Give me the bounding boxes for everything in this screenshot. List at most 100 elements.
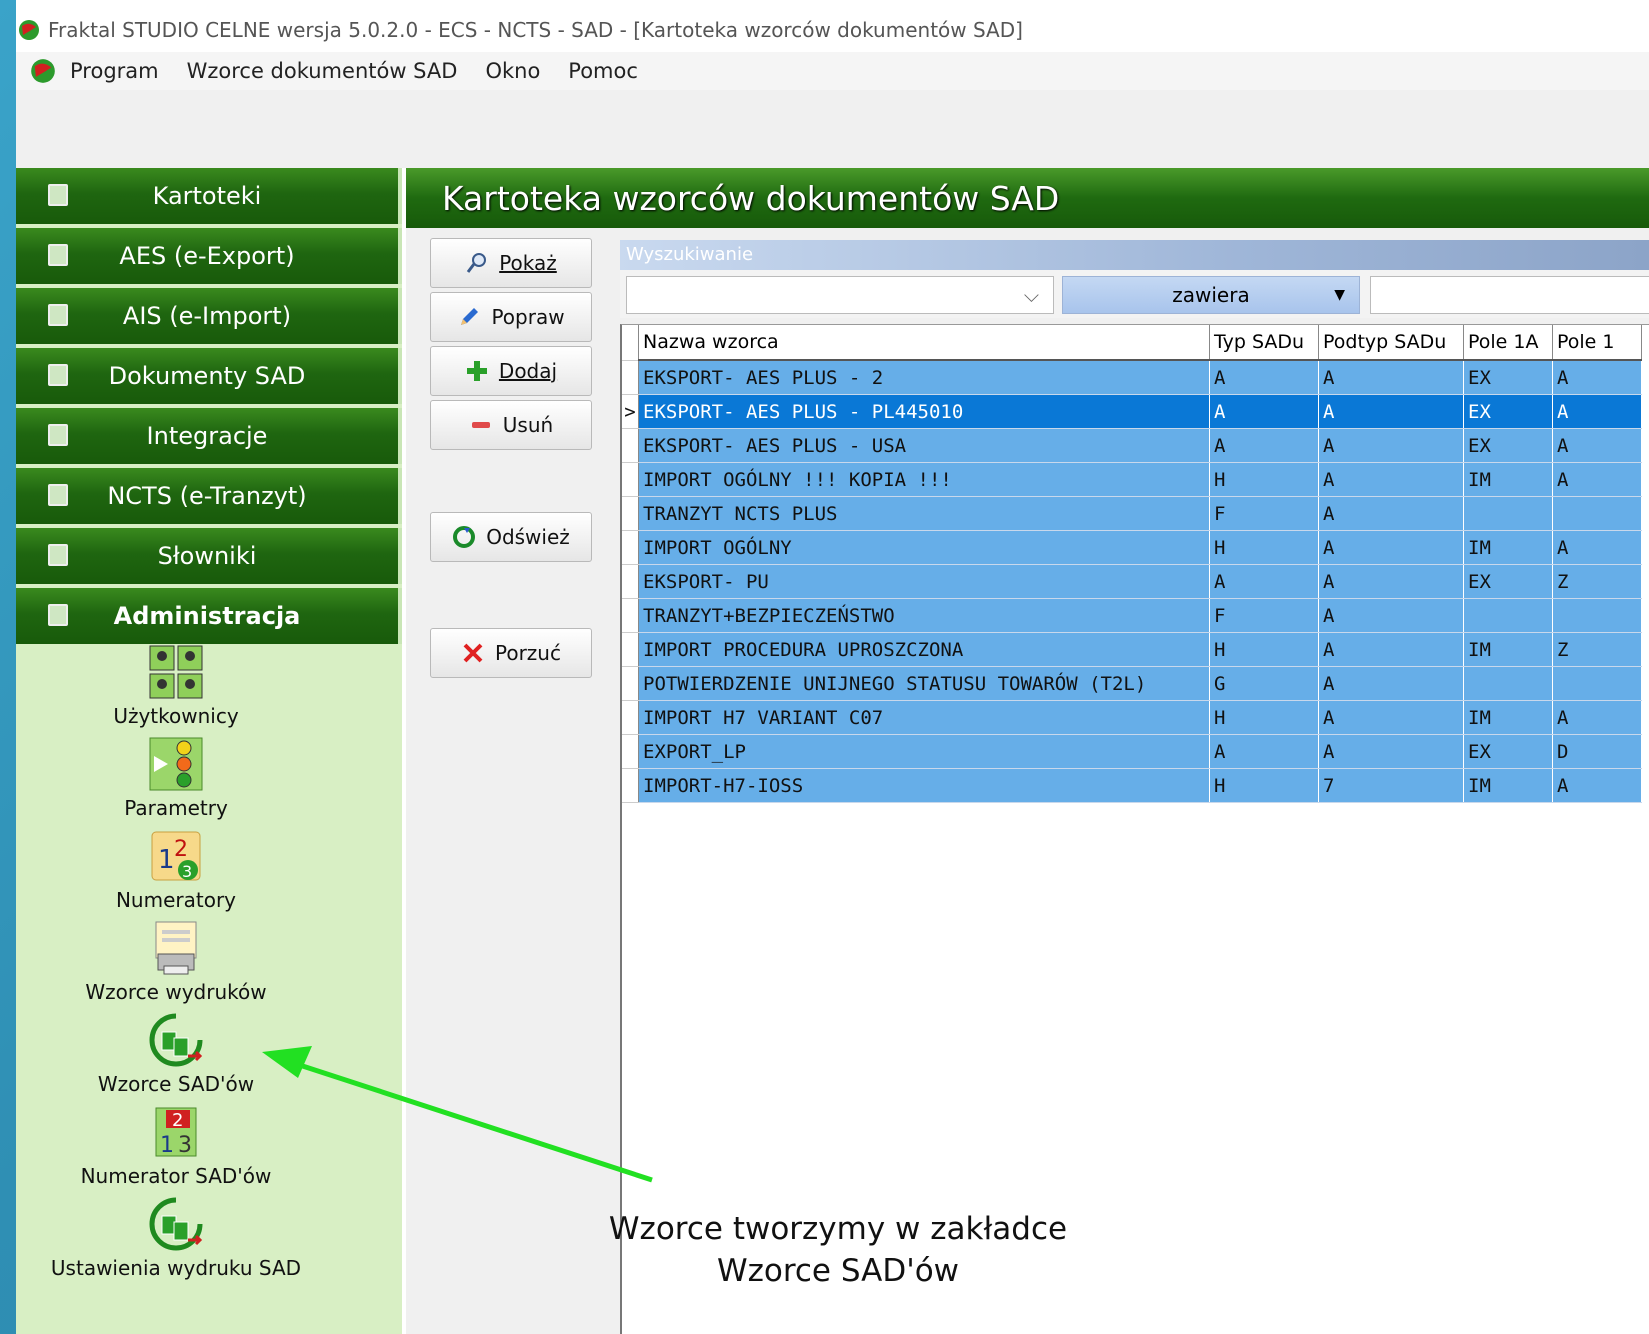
menu-help[interactable]: Pomoc [568, 59, 638, 83]
nav-integrations[interactable]: Integracje [16, 408, 402, 464]
table-row[interactable]: EKSPORT- PU A A EX Z [622, 564, 1642, 599]
delete-button[interactable]: Usuń [430, 400, 592, 450]
cell-sad-type: H [1209, 700, 1319, 735]
row-indicator[interactable] [622, 734, 639, 769]
cancel-button-label: Porzuć [495, 641, 561, 665]
row-indicator[interactable] [622, 462, 639, 497]
tool-sad-numerator[interactable]: 2 1 3 Numerator SAD'ów [16, 1104, 336, 1188]
nav-kartoteki[interactable]: Kartoteki [16, 168, 402, 224]
nav-administration[interactable]: Administracja [16, 588, 402, 644]
row-indicator[interactable] [622, 632, 639, 667]
add-button-label: Dodaj [498, 359, 558, 383]
row-indicator[interactable] [622, 530, 639, 565]
cell-sad-subtype: A [1318, 700, 1464, 735]
menu-program[interactable]: Program [70, 59, 159, 83]
plus-icon [466, 361, 487, 381]
cell-sad-type: H [1209, 768, 1319, 803]
row-indicator[interactable] [622, 496, 639, 531]
templates-table: Nazwa wzorca Typ SADu Podtyp SADu Pole 1… [622, 325, 1642, 803]
row-indicator[interactable] [622, 360, 639, 395]
minus-icon [471, 422, 490, 428]
annotation-line2: Wzorce SAD'ów [716, 1253, 960, 1289]
document-icon [48, 364, 68, 386]
table-row[interactable]: TRANZYT NCTS PLUS F A [622, 496, 1642, 531]
svg-text:3: 3 [182, 862, 192, 881]
cell-sad-type: H [1209, 632, 1319, 667]
col-sad-type[interactable]: Typ SADu [1209, 325, 1319, 361]
row-indicator[interactable] [622, 564, 639, 599]
row-indicator[interactable] [622, 428, 639, 463]
table-row[interactable]: > EKSPORT- AES PLUS - PL445010 A A EX A [622, 394, 1642, 429]
cell-template-name: IMPORT-H7-IOSS [638, 768, 1210, 803]
add-button[interactable]: Dodaj [430, 346, 592, 396]
table-row[interactable]: IMPORT PROCEDURA UPROSZCZONA H A IM Z [622, 632, 1642, 667]
print-templates-icon [155, 921, 197, 975]
cell-field-1 [1552, 666, 1642, 701]
col-field-1a[interactable]: Pole 1A [1463, 325, 1553, 361]
cell-sad-subtype: A [1318, 496, 1464, 531]
menu-sad-templates[interactable]: Wzorce dokumentów SAD [187, 59, 458, 83]
pencil-icon [461, 308, 479, 325]
nav-dictionaries[interactable]: Słowniki [16, 528, 402, 584]
table-row[interactable]: IMPORT H7 VARIANT C07 H A IM A [622, 700, 1642, 735]
tool-sad-print-settings[interactable]: Ustawienia wydruku SAD [16, 1196, 336, 1280]
tool-print-templates[interactable]: Wzorce wydruków [16, 920, 336, 1004]
cell-sad-type: A [1209, 394, 1319, 429]
nav-label: NCTS (e-Tranzyt) [107, 482, 307, 510]
table-row[interactable]: IMPORT OGÓLNY H A IM A [622, 530, 1642, 565]
row-indicator[interactable] [622, 768, 639, 803]
table-row[interactable]: IMPORT OGÓLNY !!! KOPIA !!! H A IM A [622, 462, 1642, 497]
cell-field-1: A [1552, 360, 1642, 395]
table-row[interactable]: EXPORT_LP A A EX D [622, 734, 1642, 769]
nav-label: Dokumenty SAD [108, 362, 306, 390]
row-indicator[interactable] [622, 666, 639, 701]
table-row[interactable]: TRANZYT+BEZPIECZEŃSTWO F A [622, 598, 1642, 633]
parameters-icon [149, 737, 203, 791]
search-mode-value: zawiera [1172, 283, 1250, 307]
refresh-button[interactable]: Odśwież [430, 512, 592, 562]
cancel-button[interactable]: Porzuć [430, 628, 592, 678]
edit-button[interactable]: Popraw [430, 292, 592, 342]
cell-field-1a [1463, 666, 1553, 701]
search-field-select[interactable]: ⌵ [626, 276, 1054, 314]
app-menu-icon[interactable] [30, 58, 56, 84]
row-indicator[interactable] [622, 700, 639, 735]
cell-field-1a: EX [1463, 734, 1553, 769]
menu-window[interactable]: Okno [485, 59, 540, 83]
cell-sad-subtype: A [1318, 734, 1464, 769]
search-mode-select[interactable]: zawiera ▼ [1062, 276, 1360, 314]
cell-field-1a: IM [1463, 462, 1553, 497]
tool-label: Użytkownicy [113, 704, 239, 728]
cell-field-1a [1463, 496, 1553, 531]
nav-label: Kartoteki [152, 182, 262, 210]
search-input[interactable] [1370, 276, 1649, 314]
table-row[interactable]: EKSPORT- AES PLUS - USA A A EX A [622, 428, 1642, 463]
cell-sad-type: A [1209, 564, 1319, 599]
tool-users[interactable]: Użytkownicy [16, 644, 336, 728]
nav-label: AIS (e-Import) [122, 302, 292, 330]
col-field-1[interactable]: Pole 1 [1552, 325, 1642, 361]
tool-sad-templates[interactable]: Wzorce SAD'ów [16, 1012, 336, 1096]
nav-aes[interactable]: AES (e-Export) [16, 228, 402, 284]
nav-ais[interactable]: AIS (e-Import) [16, 288, 402, 344]
cell-sad-subtype: A [1318, 666, 1464, 701]
show-button[interactable]: Pokaż [430, 238, 592, 288]
tool-parameters[interactable]: Parametry [16, 736, 336, 820]
sidebar: Kartoteki AES (e-Export) AIS (e-Import) … [16, 168, 402, 1334]
cell-template-name: EKSPORT- AES PLUS - PL445010 [638, 394, 1210, 429]
table-row[interactable]: POTWIERDZENIE UNIJNEGO STATUSU TOWARÓW (… [622, 666, 1642, 701]
templates-grid[interactable]: Nazwa wzorca Typ SADu Podtyp SADu Pole 1… [620, 324, 1649, 1334]
table-row[interactable]: EKSPORT- AES PLUS - 2 A A EX A [622, 360, 1642, 395]
nav-ncts[interactable]: NCTS (e-Tranzyt) [16, 468, 402, 524]
tool-numerators[interactable]: 1 2 3 Numeratory [16, 828, 336, 912]
table-row[interactable]: IMPORT-H7-IOSS H 7 IM A [622, 768, 1642, 803]
row-indicator[interactable]: > [622, 394, 639, 429]
nav-sad-documents[interactable]: Dokumenty SAD [16, 348, 402, 404]
cell-sad-type: H [1209, 462, 1319, 497]
col-template-name[interactable]: Nazwa wzorca [638, 325, 1210, 361]
col-sad-subtype[interactable]: Podtyp SADu [1318, 325, 1464, 361]
table-body: EKSPORT- AES PLUS - 2 A A EX A > EKSPORT- AES … [622, 360, 1642, 803]
cell-template-name: IMPORT H7 VARIANT C07 [638, 700, 1210, 735]
cell-field-1: Z [1552, 632, 1642, 667]
row-indicator[interactable] [622, 598, 639, 633]
